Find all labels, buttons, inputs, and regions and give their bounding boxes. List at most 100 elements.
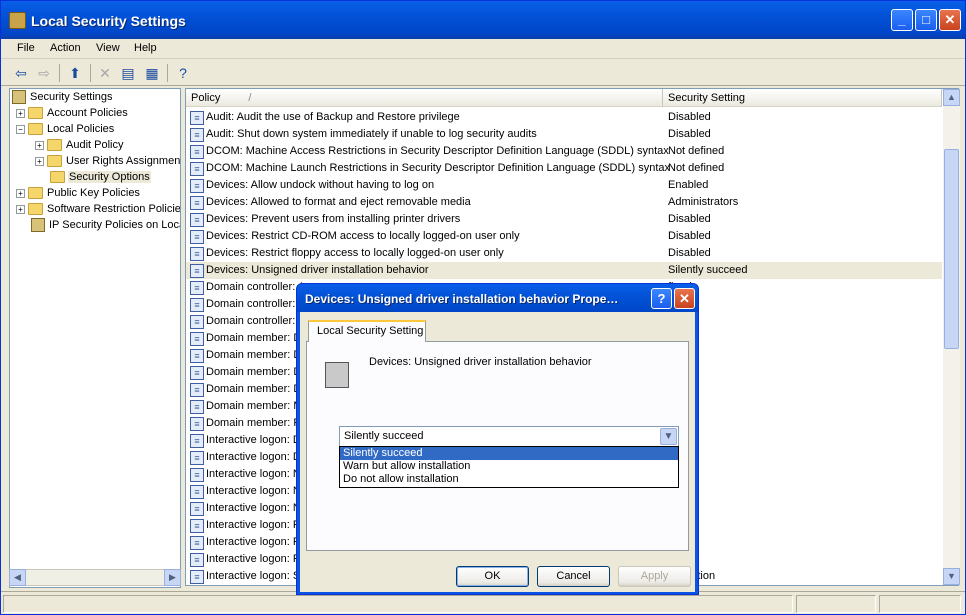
scroll-thumb[interactable] — [944, 149, 959, 349]
tree-item-account-policies[interactable]: +Account Policies — [16, 105, 129, 121]
dropdown-value: Silently succeed — [344, 430, 424, 442]
option-silently-succeed[interactable]: Silently succeed — [340, 447, 678, 460]
chevron-down-icon[interactable]: ▼ — [660, 428, 677, 445]
policy-setting-icon: ≡ — [190, 111, 204, 125]
policy-setting-icon: ≡ — [190, 179, 204, 193]
help-icon[interactable]: ? — [173, 63, 193, 83]
tree-horizontal-scrollbar[interactable]: ◀ ▶ — [9, 569, 181, 586]
dialog-close-button[interactable]: ✕ — [674, 288, 695, 309]
setting-dropdown[interactable]: Silently succeed ▼ — [339, 426, 679, 447]
policy-setting: Enabled — [668, 177, 708, 194]
policy-name: Interactive logon: D — [206, 449, 301, 466]
menu-action[interactable]: Action — [50, 42, 81, 54]
table-row[interactable]: ≡DCOM: Machine Access Restrictions in Se… — [186, 143, 942, 160]
policy-setting: Disabled — [668, 245, 711, 262]
scroll-down-icon[interactable]: ▼ — [943, 568, 960, 585]
list-vertical-scrollbar[interactable]: ▲ ▼ — [943, 89, 960, 585]
menu-file[interactable]: File — [17, 42, 35, 54]
expand-icon[interactable]: + — [16, 189, 25, 198]
collapse-icon[interactable]: − — [16, 125, 25, 134]
dialog-title-bar[interactable]: Devices: Unsigned driver installation be… — [297, 284, 698, 312]
tab-local-security-setting[interactable]: Local Security Setting — [308, 320, 426, 342]
option-warn-but-allow[interactable]: Warn but allow installation — [340, 460, 678, 473]
minimize-button[interactable]: _ — [891, 9, 913, 31]
policy-name: Devices: Prevent users from installing p… — [206, 211, 460, 228]
tree-item-security-options[interactable]: Security Options — [50, 169, 151, 185]
tree-item-software-restriction[interactable]: +Software Restriction Policie — [16, 201, 181, 217]
dialog-title: Devices: Unsigned driver installation be… — [305, 292, 618, 306]
menu-view[interactable]: View — [96, 42, 120, 54]
expand-icon[interactable]: + — [16, 109, 25, 118]
close-button[interactable]: ✕ — [939, 9, 961, 31]
ip-security-icon — [31, 218, 45, 232]
policy-name: Domain member: M — [206, 398, 303, 415]
policy-setting-icon: ≡ — [190, 434, 204, 448]
forward-icon[interactable]: ⇨ — [34, 63, 54, 83]
policy-name: Devices: Unsigned driver installation be… — [206, 262, 429, 279]
table-row[interactable]: ≡Devices: Restrict CD-ROM access to loca… — [186, 228, 942, 245]
policy-setting: Not defined — [668, 143, 724, 160]
policy-setting: Administrators — [668, 194, 738, 211]
tree-item-security-settings[interactable]: Security Settings — [12, 89, 114, 105]
table-row[interactable]: ≡Devices: Prevent users from installing … — [186, 211, 942, 228]
policy-setting-icon: ≡ — [190, 162, 204, 176]
expand-icon[interactable]: + — [35, 141, 44, 150]
policy-description: Devices: Unsigned driver installation be… — [369, 356, 592, 368]
tree-item-audit-policy[interactable]: +Audit Policy — [35, 137, 124, 153]
policy-name: Interactive logon: D — [206, 432, 301, 449]
status-segment — [879, 595, 961, 613]
policy-name: Domain controller: A — [206, 279, 305, 296]
policy-name: Interactive logon: P — [206, 534, 300, 551]
table-row[interactable]: ≡Devices: Unsigned driver installation b… — [186, 262, 942, 279]
tree-item-local-policies[interactable]: −Local Policies — [16, 121, 115, 137]
menu-help[interactable]: Help — [134, 42, 157, 54]
policy-name: Devices: Allowed to format and eject rem… — [206, 194, 471, 211]
expand-icon[interactable]: + — [35, 157, 44, 166]
tree-item-user-rights[interactable]: +User Rights Assignmen — [35, 153, 181, 169]
policy-name: Domain member: Re — [206, 415, 307, 432]
status-segment — [3, 595, 793, 613]
table-row[interactable]: ≡Audit: Shut down system immediately if … — [186, 126, 942, 143]
policy-setting-icon: ≡ — [190, 536, 204, 550]
table-row[interactable]: ≡Devices: Allow undock without having to… — [186, 177, 942, 194]
dialog-help-button[interactable]: ? — [651, 288, 672, 309]
maximize-button[interactable]: □ — [915, 9, 937, 31]
cancel-button[interactable]: Cancel — [537, 566, 610, 587]
policy-setting: Disabled — [668, 228, 711, 245]
policy-setting-icon: ≡ — [190, 383, 204, 397]
policy-setting-icon: ≡ — [190, 502, 204, 516]
export-list-icon[interactable]: ▦ — [142, 63, 162, 83]
apply-button[interactable]: Apply — [618, 566, 691, 587]
table-row[interactable]: ≡Devices: Restrict floppy access to loca… — [186, 245, 942, 262]
table-row[interactable]: ≡Devices: Allowed to format and eject re… — [186, 194, 942, 211]
ok-button[interactable]: OK — [456, 566, 529, 587]
policy-setting: Disabled — [668, 211, 711, 228]
scroll-right-icon[interactable]: ▶ — [164, 569, 181, 586]
properties-icon[interactable]: ▤ — [118, 63, 138, 83]
policy-setting-icon: ≡ — [190, 468, 204, 482]
policy-name: Devices: Allow undock without having to … — [206, 177, 434, 194]
scroll-left-icon[interactable]: ◀ — [9, 569, 26, 586]
column-header-policy[interactable]: Policy/ — [186, 89, 663, 107]
policy-setting-icon: ≡ — [190, 145, 204, 159]
policy-name: Interactive logon: N — [206, 500, 301, 517]
policy-name: Interactive logon: N — [206, 466, 301, 483]
folder-icon — [47, 139, 62, 151]
table-row[interactable]: ≡Audit: Audit the use of Backup and Rest… — [186, 109, 942, 126]
table-row[interactable]: ≡DCOM: Machine Launch Restrictions in Se… — [186, 160, 942, 177]
policy-name: Domain controller: — [206, 296, 295, 313]
toolbar: ⇦ ⇨ ⬆ ✕ ▤ ▦ ? — [1, 60, 965, 86]
policy-setting-icon: ≡ — [190, 553, 204, 567]
tree-item-ip-security[interactable]: IP Security Policies on Loca — [31, 217, 181, 233]
title-bar[interactable]: Local Security Settings _ □ ✕ — [1, 1, 965, 39]
up-folder-icon[interactable]: ⬆ — [65, 63, 85, 83]
back-icon[interactable]: ⇦ — [11, 63, 31, 83]
option-do-not-allow[interactable]: Do not allow installation — [340, 473, 678, 486]
policy-setting-icon: ≡ — [190, 315, 204, 329]
scroll-up-icon[interactable]: ▲ — [943, 89, 960, 106]
delete-icon[interactable]: ✕ — [95, 63, 115, 83]
policy-setting: Silently succeed — [668, 262, 748, 279]
column-header-setting[interactable]: Security Setting — [663, 89, 942, 107]
tree-item-public-key[interactable]: +Public Key Policies — [16, 185, 141, 201]
expand-icon[interactable]: + — [16, 205, 25, 214]
